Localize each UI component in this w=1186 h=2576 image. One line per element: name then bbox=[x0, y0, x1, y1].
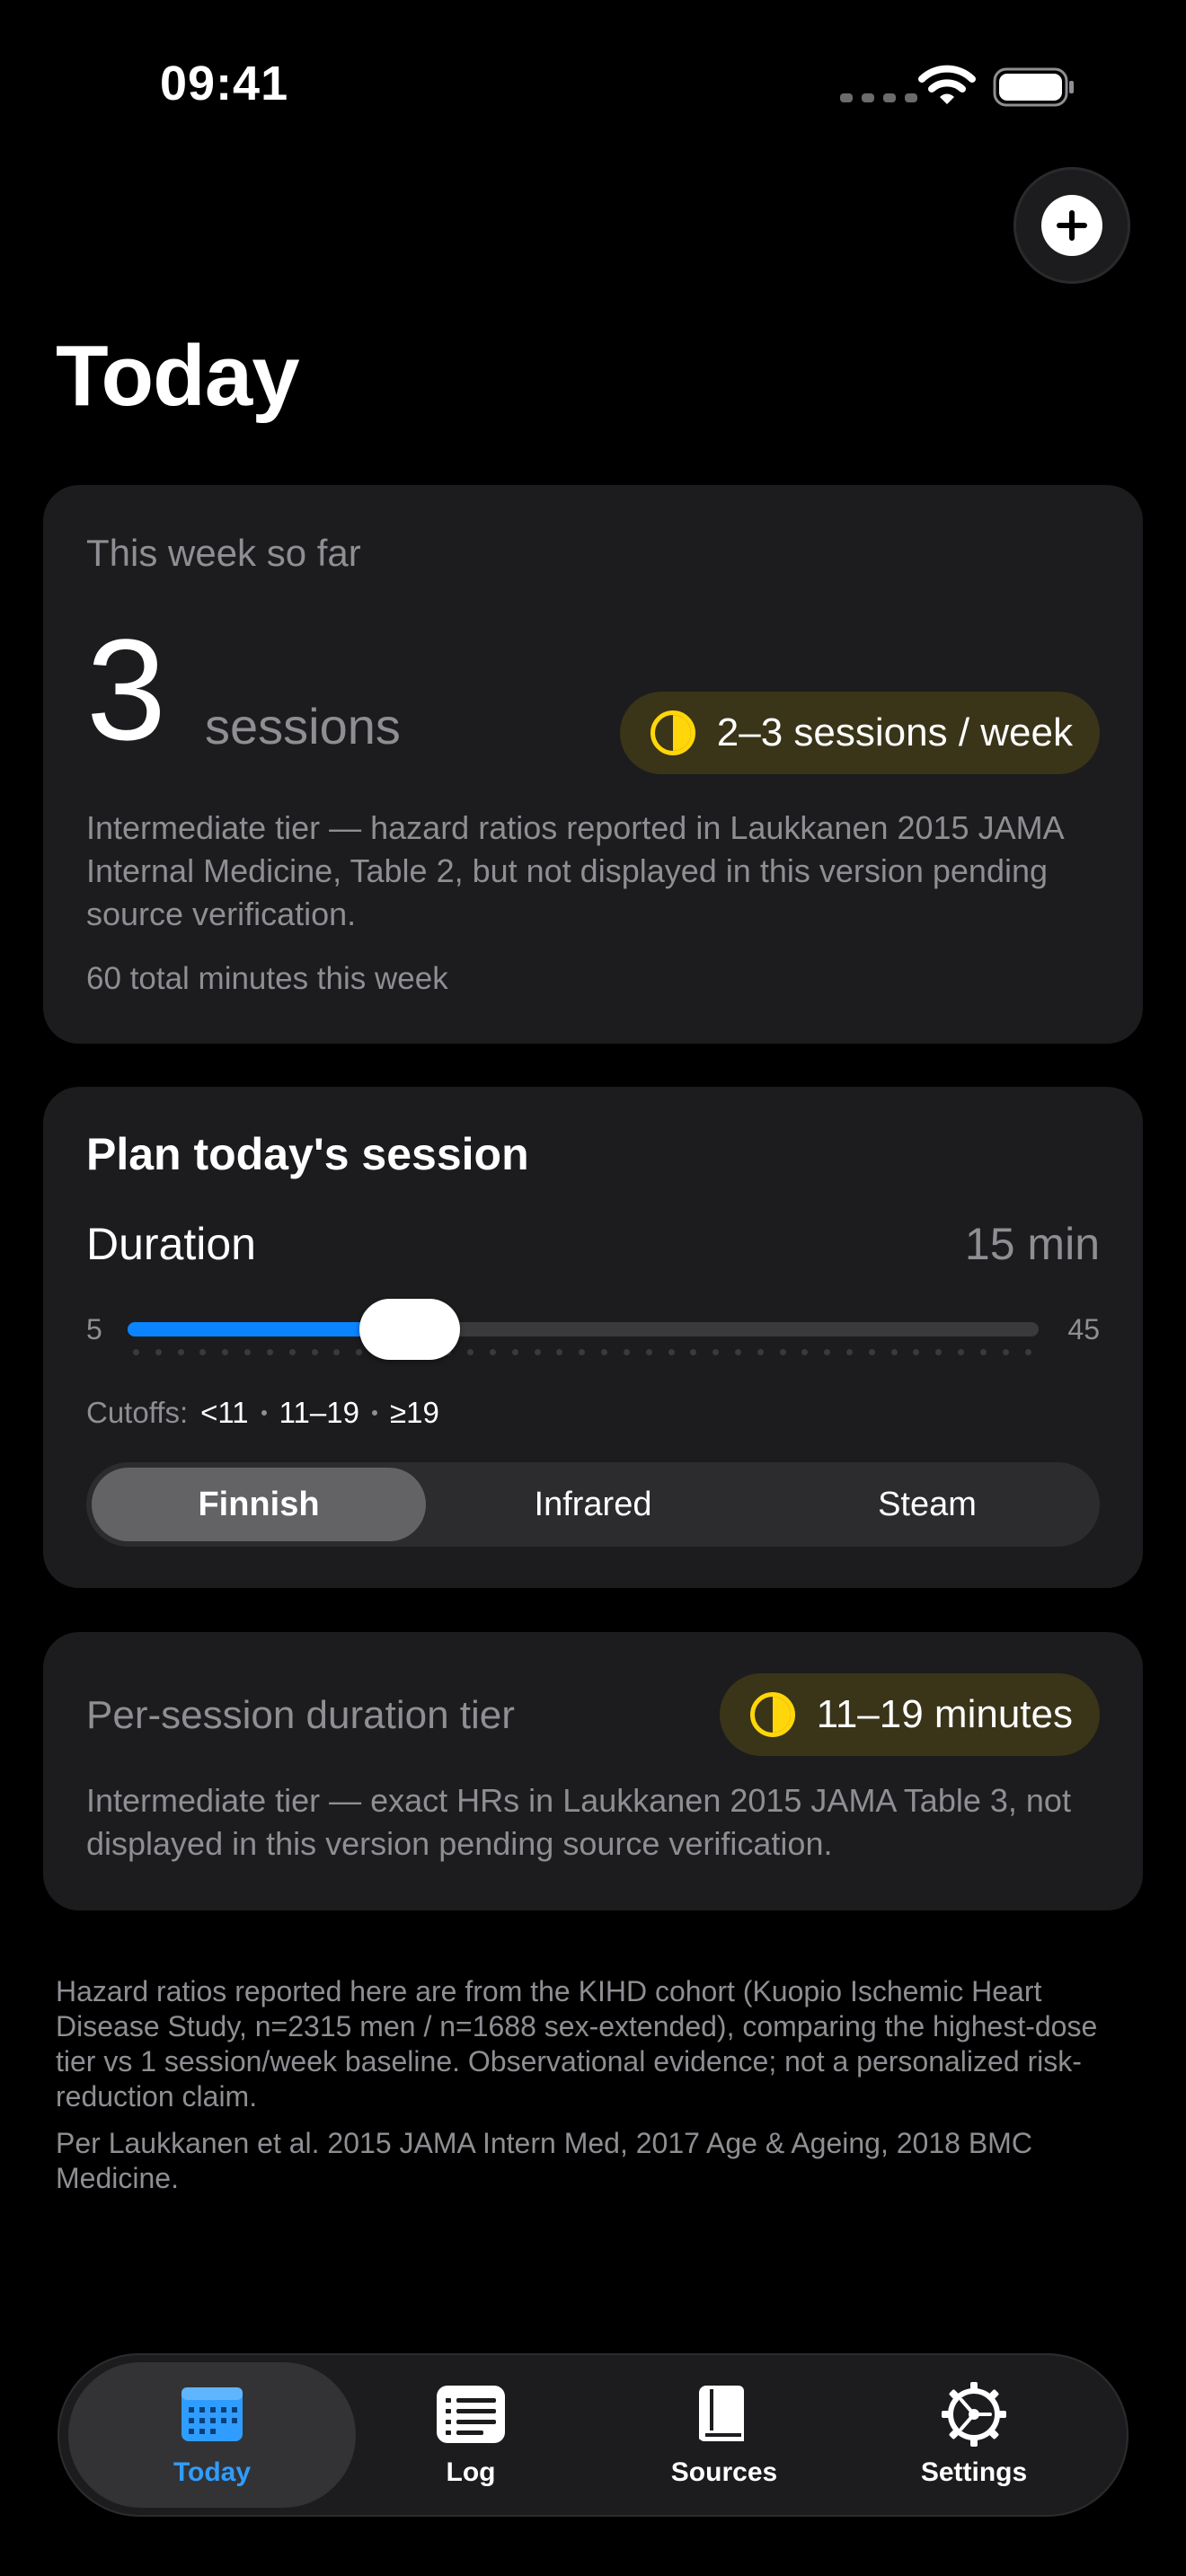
half-circle-icon bbox=[650, 710, 695, 755]
slider-tick bbox=[890, 1349, 898, 1355]
evidence-footnote: Hazard ratios reported here are from the… bbox=[56, 1975, 1098, 2113]
citation-footnote: Per Laukkanen et al. 2015 JAMA Intern Me… bbox=[56, 2127, 1032, 2194]
tab-sources-label: Sources bbox=[670, 2457, 778, 2487]
slider-tick bbox=[244, 1349, 252, 1355]
slider-tick bbox=[601, 1349, 608, 1355]
wifi-icon bbox=[918, 65, 976, 104]
slider-tick bbox=[757, 1349, 764, 1355]
duration-tier-description: Intermediate tier — exact HRs in Laukkan… bbox=[86, 1782, 1071, 1862]
tab-today-label: Today bbox=[173, 2457, 252, 2487]
slider-tick bbox=[356, 1349, 363, 1355]
slider-max-label: 45 bbox=[1067, 1313, 1100, 1345]
slider-tick bbox=[623, 1349, 630, 1355]
slider-tick bbox=[222, 1349, 229, 1355]
slider-tick bbox=[935, 1349, 943, 1355]
duration-value: 15 min bbox=[964, 1219, 1100, 1269]
frequency-tier-description: Intermediate tier — hazard ratios report… bbox=[86, 809, 1063, 932]
plan-title: Plan today's session bbox=[86, 1129, 529, 1179]
slider-tick bbox=[490, 1349, 496, 1355]
tab-settings-label: Settings bbox=[920, 2457, 1028, 2487]
slider-tick bbox=[155, 1349, 162, 1355]
cutoff-low: <11 bbox=[200, 1396, 249, 1429]
slider-tick bbox=[133, 1349, 139, 1355]
list-icon bbox=[437, 2386, 505, 2443]
tab-settings[interactable]: Settings bbox=[830, 2362, 1118, 2508]
tab-sources[interactable]: Sources bbox=[580, 2362, 868, 2508]
duration-label: Duration bbox=[86, 1219, 256, 1269]
duration-tier-text: 11–19 minutes bbox=[816, 1692, 1073, 1736]
slider-tick bbox=[556, 1349, 563, 1355]
half-circle-icon bbox=[749, 1692, 795, 1737]
sauna-type-steam[interactable]: Steam bbox=[760, 1468, 1094, 1541]
cutoff-mid: 11–19 bbox=[279, 1396, 359, 1429]
duration-slider-thumb[interactable] bbox=[358, 1299, 460, 1360]
slider-tick bbox=[266, 1349, 273, 1355]
slider-min-label: 5 bbox=[86, 1313, 102, 1345]
frequency-tier-badge: 2–3 sessions / week bbox=[619, 692, 1100, 774]
separator-dot bbox=[261, 1410, 267, 1416]
tab-log-label: Log bbox=[446, 2457, 496, 2487]
plan-session-card: Plan today's session Duration 15 min 5 4… bbox=[43, 1087, 1143, 1588]
calendar-icon bbox=[181, 2387, 243, 2441]
slider-tick bbox=[668, 1349, 675, 1355]
slider-tick bbox=[177, 1349, 184, 1355]
page-title: Today bbox=[56, 328, 300, 424]
slider-tick bbox=[1002, 1349, 1009, 1355]
slider-ticks bbox=[133, 1349, 1031, 1356]
slider-tick bbox=[712, 1349, 720, 1355]
slider-tick bbox=[333, 1349, 341, 1355]
separator-dot bbox=[371, 1410, 377, 1416]
frequency-tier-text: 2–3 sessions / week bbox=[716, 710, 1073, 754]
cellular-signal-icon bbox=[840, 93, 917, 102]
plus-icon bbox=[1041, 195, 1102, 256]
tab-bar: Today Log Sources Settings bbox=[58, 2353, 1128, 2517]
slider-tick bbox=[511, 1349, 518, 1355]
slider-tick bbox=[199, 1349, 207, 1355]
slider-tick bbox=[690, 1349, 697, 1355]
week-label: This week so far bbox=[86, 532, 361, 574]
slider-tick bbox=[779, 1349, 786, 1355]
slider-tick bbox=[579, 1349, 586, 1355]
slider-tick bbox=[979, 1349, 987, 1355]
status-time: 09:41 bbox=[160, 57, 289, 110]
tab-log[interactable]: Log bbox=[327, 2362, 615, 2508]
book-icon bbox=[699, 2386, 744, 2442]
duration-tier-badge: 11–19 minutes bbox=[719, 1673, 1100, 1756]
slider-tick bbox=[288, 1349, 296, 1355]
slider-tick bbox=[958, 1349, 965, 1355]
cutoff-high: ≥19 bbox=[389, 1396, 439, 1429]
tab-today[interactable]: Today bbox=[68, 2362, 356, 2508]
gear-icon bbox=[942, 2382, 1006, 2447]
slider-tick bbox=[645, 1349, 652, 1355]
duration-tier-label: Per-session duration tier bbox=[86, 1693, 515, 1737]
slider-tick bbox=[467, 1349, 474, 1355]
cutoffs: Cutoffs: <11 11–19 ≥19 bbox=[86, 1396, 439, 1430]
sauna-type-infrared[interactable]: Infrared bbox=[426, 1468, 760, 1541]
slider-tick bbox=[311, 1349, 318, 1355]
slider-tick bbox=[534, 1349, 541, 1355]
cutoffs-label: Cutoffs: bbox=[86, 1396, 189, 1429]
weekly-summary-card: This week so far 3 sessions 2–3 sessions… bbox=[43, 485, 1143, 1044]
session-count: 3 bbox=[86, 609, 166, 770]
add-session-button[interactable] bbox=[1013, 167, 1130, 284]
slider-tick bbox=[824, 1349, 831, 1355]
sauna-type-picker: Finnish Infrared Steam bbox=[86, 1462, 1100, 1547]
slider-tick bbox=[868, 1349, 875, 1355]
sauna-type-finnish[interactable]: Finnish bbox=[92, 1468, 426, 1541]
slider-tick bbox=[734, 1349, 741, 1355]
slider-tick bbox=[846, 1349, 853, 1355]
duration-tier-card: Per-session duration tier 11–19 minutes … bbox=[43, 1632, 1143, 1910]
slider-tick bbox=[1024, 1349, 1031, 1355]
slider-tick bbox=[801, 1349, 809, 1355]
total-minutes: 60 total minutes this week bbox=[86, 961, 448, 996]
slider-tick bbox=[913, 1349, 920, 1355]
session-unit: sessions bbox=[205, 698, 401, 754]
battery-icon bbox=[993, 67, 1074, 107]
